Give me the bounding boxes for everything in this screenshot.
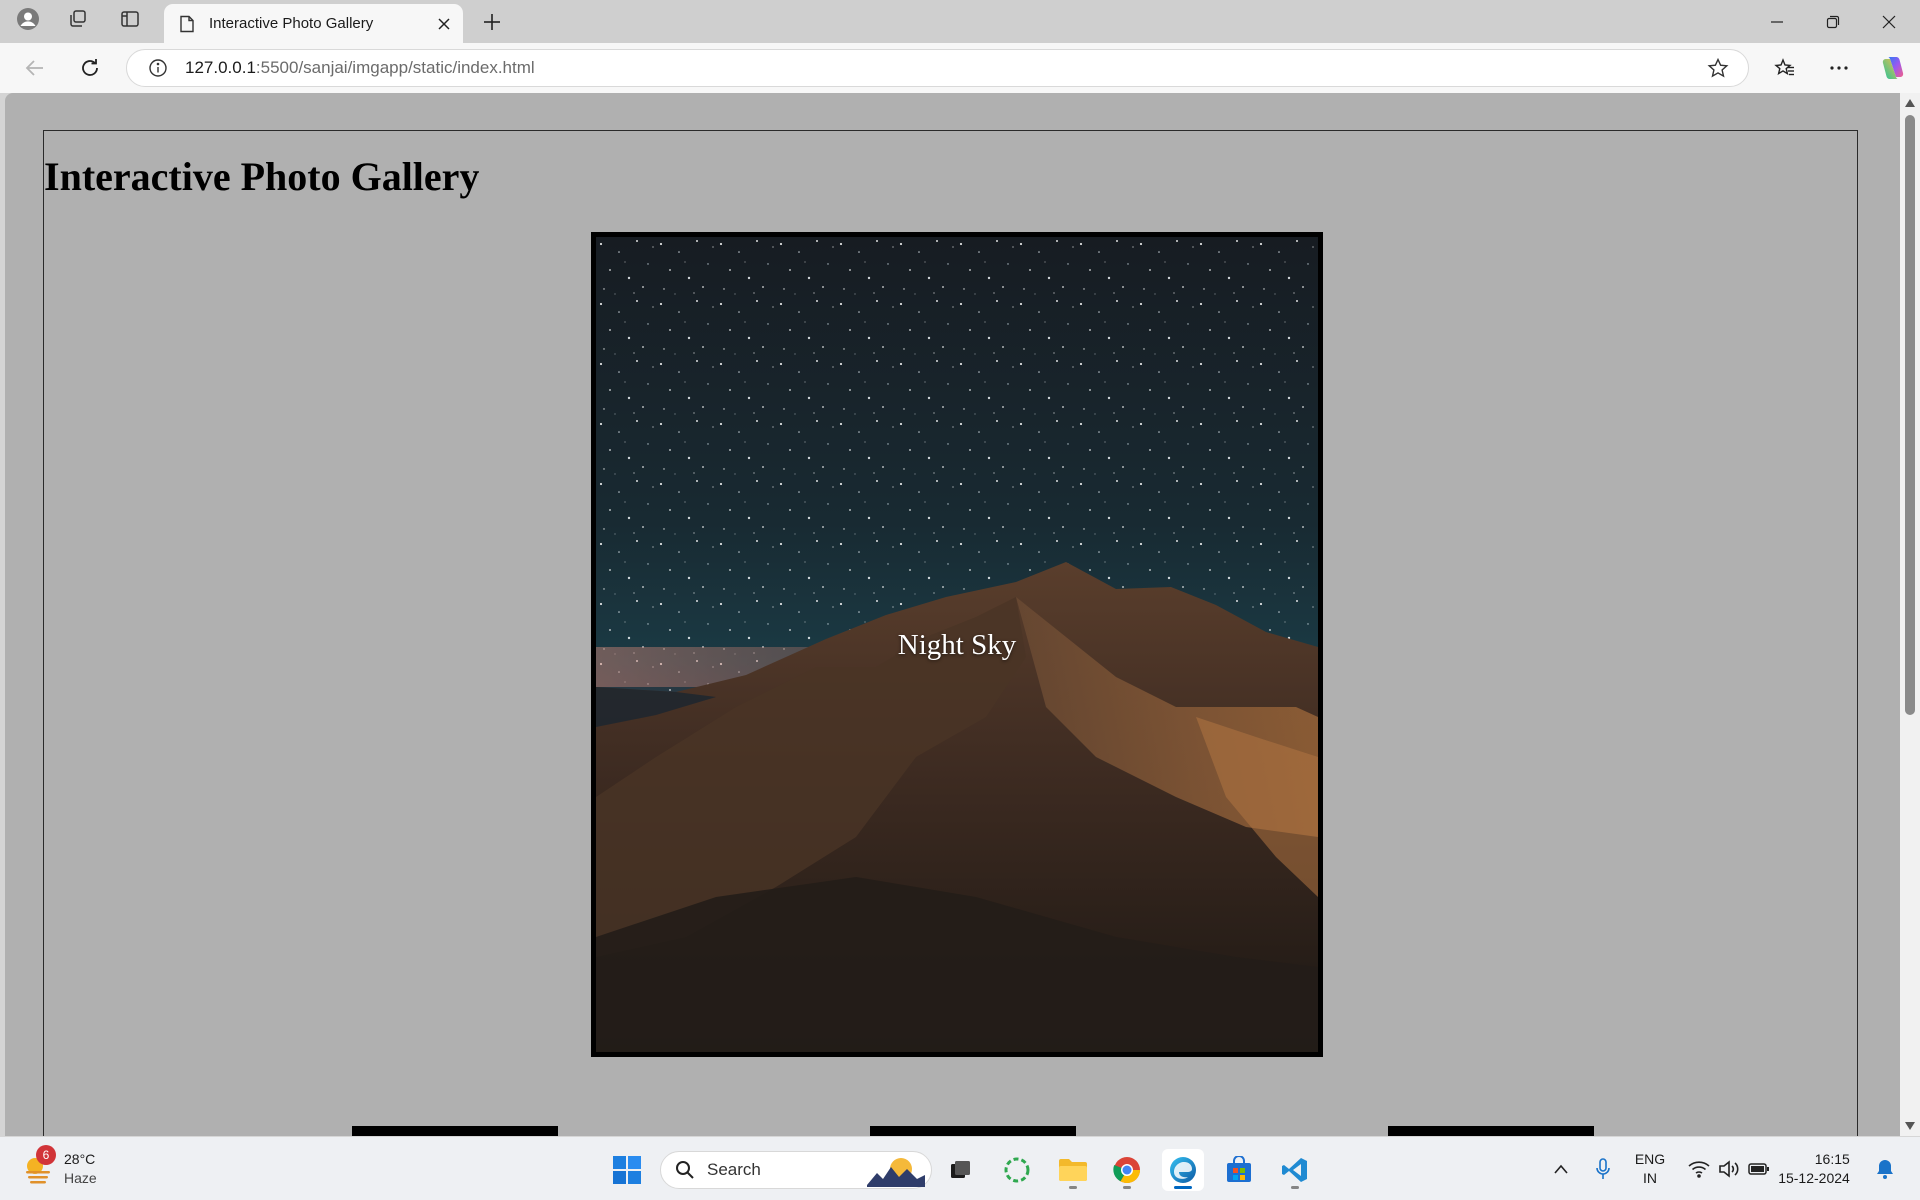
workspaces-icon [67,8,89,35]
clock-date: 15-12-2024 [1778,1170,1850,1186]
browser-tab-strip: Interactive Photo Gallery [0,0,1920,43]
folder-icon [1059,1159,1087,1181]
microphone-icon [1596,1158,1610,1179]
vscode-icon [1282,1158,1307,1182]
language-code: ENG [1634,1151,1666,1167]
chrome-button[interactable] [1106,1149,1148,1191]
vscode-running-indicator [1291,1186,1299,1189]
green-circle-app-icon [1004,1157,1030,1183]
task-view-icon [951,1161,970,1178]
battery-icon [1748,1163,1769,1175]
edge-button[interactable] [1162,1149,1204,1191]
back-arrow-icon [25,60,43,76]
screen: Interactive Photo Gallery 127.0.0.1:5500… [0,0,1920,1200]
star-icon [1707,57,1729,78]
gallery-container: Interactive Photo Gallery Night Sky [43,130,1858,1136]
start-button[interactable] [606,1149,648,1191]
favorites-icon [1774,58,1794,76]
microphone-button[interactable] [1590,1151,1616,1187]
minimize-icon [1771,20,1783,23]
page-viewport: Interactive Photo Gallery Night Sky [5,93,1900,1136]
wifi-icon [1688,1161,1710,1178]
vertical-tabs-button[interactable] [110,6,150,37]
haze-weather-icon: 6 [22,1145,56,1185]
thumbnail-3[interactable] [1388,1126,1594,1136]
bell-icon [1877,1160,1893,1179]
copilot-button[interactable] [1874,50,1912,86]
main-photo[interactable]: Night Sky [591,232,1323,1057]
weather-condition: Haze [64,1170,97,1186]
clock-time: 16:15 [1814,1151,1850,1167]
close-icon [438,17,450,30]
weather-temperature: 28°C [64,1151,96,1167]
language-indicator[interactable]: ENG IN [1628,1151,1672,1187]
more-icon [1830,66,1848,70]
active-tab[interactable]: Interactive Photo Gallery [164,4,463,43]
favorites-button[interactable] [1766,50,1804,86]
url-host: 127.0.0.1 [185,58,256,77]
file-explorer-running-indicator [1069,1186,1077,1189]
address-bar[interactable]: 127.0.0.1:5500/sanjai/imgapp/static/inde… [126,49,1749,87]
thumbnail-2[interactable] [870,1126,1076,1136]
clock[interactable]: 16:15 15-12-2024 [1778,1151,1850,1187]
region-code: IN [1643,1170,1657,1186]
scroll-thumb[interactable] [1905,115,1915,715]
windows-start-icon [613,1156,641,1184]
url-text[interactable]: 127.0.0.1:5500/sanjai/imgapp/static/inde… [185,58,1702,78]
restore-icon [1826,15,1840,28]
weather-text: 28°C Haze [64,1150,97,1188]
volume-icon [1719,1160,1739,1178]
close-tab-button[interactable] [429,9,459,39]
search-highlight-art-icon [867,1158,925,1187]
edge-active-indicator [1174,1186,1192,1189]
scroll-up-arrow-icon[interactable] [1904,97,1916,109]
page-icon [175,12,199,36]
profile-icon [16,7,40,36]
notifications-button[interactable] [1870,1151,1900,1187]
chrome-running-indicator [1123,1186,1131,1189]
vscode-button[interactable] [1274,1149,1316,1191]
page-scrollbar[interactable] [1900,93,1920,1136]
url-path: :5500/sanjai/imgapp/static/index.html [255,58,535,77]
store-icon [1227,1156,1251,1182]
workspaces-button[interactable] [58,6,98,37]
chrome-icon [1113,1157,1141,1184]
search-label: Search [707,1160,761,1179]
edge-icon [1170,1157,1196,1183]
task-view-button[interactable] [940,1149,982,1191]
page-title: Interactive Photo Gallery [44,154,480,199]
vertical-tabs-icon [119,8,141,35]
refresh-button[interactable] [71,50,109,86]
refresh-app-button[interactable] [996,1149,1038,1191]
thumbnail-1[interactable] [352,1126,558,1136]
site-info-button[interactable] [145,55,171,81]
quick-settings-button[interactable] [1684,1151,1774,1187]
windows-taskbar: 6 28°C Haze Search ENG IN 16:15 15-12-20… [0,1136,1920,1200]
main-photo-caption: Night Sky [897,629,1017,661]
weather-badge: 6 [36,1145,56,1165]
taskbar-search-box[interactable]: Search [660,1151,932,1189]
show-hidden-icons-button[interactable] [1548,1151,1574,1187]
plus-icon [484,13,500,30]
refresh-icon [82,59,98,76]
profile-button[interactable] [8,6,48,37]
close-window-button[interactable] [1861,0,1917,43]
tab-title: Interactive Photo Gallery [209,15,374,32]
copilot-icon [1882,57,1904,79]
scroll-down-arrow-icon[interactable] [1904,1120,1916,1132]
minimize-button[interactable] [1749,0,1805,43]
restore-button[interactable] [1805,0,1861,43]
new-tab-button[interactable] [474,6,510,37]
search-icon [673,1158,697,1182]
favorite-button[interactable] [1702,52,1734,84]
info-icon [149,59,167,77]
weather-widget[interactable]: 6 28°C Haze [22,1145,132,1191]
more-button[interactable] [1820,50,1858,86]
file-explorer-button[interactable] [1052,1149,1094,1191]
store-button[interactable] [1218,1149,1260,1191]
browser-toolbar: 127.0.0.1:5500/sanjai/imgapp/static/inde… [0,43,1920,93]
close-window-icon [1882,15,1896,28]
chevron-up-icon [1554,1164,1568,1174]
back-button[interactable] [16,50,54,86]
